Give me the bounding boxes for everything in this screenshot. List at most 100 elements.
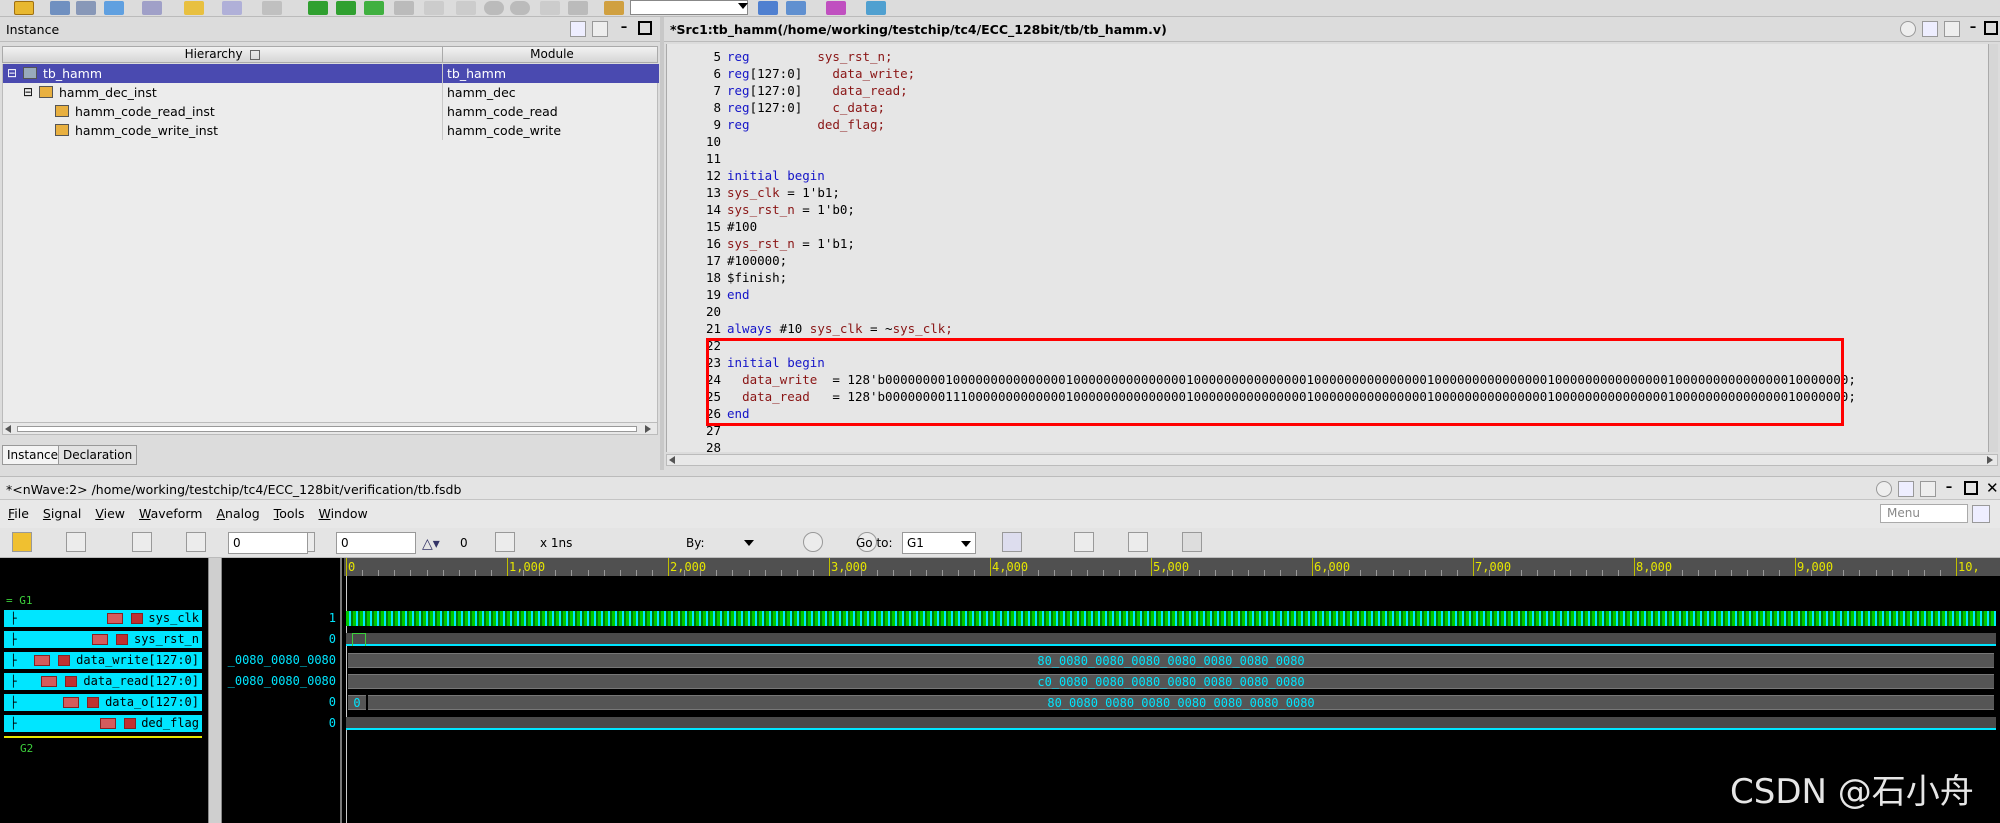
green-up-icon[interactable] [336, 1, 356, 15]
toolbar-combo[interactable] [630, 0, 748, 15]
cut-icon[interactable] [186, 532, 207, 552]
tab-instance[interactable]: Instance [2, 445, 64, 465]
pin-icon[interactable] [1898, 481, 1914, 497]
tree-row[interactable]: ⊟ hamm_dec_inst hamm_dec [3, 83, 659, 102]
menu-view[interactable]: View [95, 506, 125, 521]
pin-icon[interactable] [1922, 21, 1938, 37]
clk-waveform[interactable] [346, 611, 1996, 626]
chevron-down-icon[interactable] [744, 540, 754, 546]
bus-waveform[interactable]: 80_0080_0080_0080_0080_0080_0080_0080 [348, 653, 1994, 668]
scroll-right-icon[interactable] [645, 425, 651, 433]
bus-waveform[interactable]: 80_0080_0080_0080_0080_0080_0080_0080 [368, 695, 1994, 710]
signal-row[interactable]: ├ sys_clk [4, 610, 202, 627]
toolbar-icon-l[interactable] [540, 1, 560, 15]
maximize-icon[interactable] [1984, 21, 1998, 35]
search-next-icon[interactable] [1127, 532, 1148, 552]
menu-window[interactable]: Window [318, 506, 367, 521]
collapse-toggle-icon[interactable]: ⊟ [7, 64, 17, 83]
settings-icon[interactable] [1900, 21, 1916, 37]
tree-row[interactable]: ⊟ tb_hamm tb_hamm [3, 64, 659, 83]
forward-arrow-icon[interactable] [394, 1, 414, 15]
undo-icon[interactable] [132, 532, 153, 552]
collapse-toggle-icon[interactable]: ⊟ [23, 83, 33, 102]
col-header-hierarchy[interactable]: Hierarchy [3, 47, 443, 62]
toolbar-icon-n[interactable] [604, 1, 624, 15]
menu-search-input[interactable]: Menu [1880, 504, 1968, 523]
search-by-icon[interactable] [1001, 532, 1022, 552]
scroll-right-icon[interactable] [1987, 456, 1993, 464]
toolbar-icon-a[interactable] [50, 1, 70, 15]
logic-waveform[interactable] [346, 633, 1996, 646]
toolbar-icon-f[interactable] [222, 1, 242, 15]
col-header-module[interactable]: Module [447, 47, 657, 62]
menu-file[interactable]: File [8, 506, 29, 521]
source-hscrollbar[interactable] [666, 454, 1998, 466]
signal-row[interactable]: ├ data_write[127:0] [4, 652, 202, 669]
logic-waveform[interactable] [346, 717, 1996, 730]
reload-icon[interactable] [66, 532, 87, 552]
search-back-icon[interactable] [1181, 532, 1202, 552]
toolbar-icon-d[interactable] [142, 1, 162, 15]
maximize-icon[interactable] [638, 21, 652, 35]
zoom-out-icon[interactable] [803, 532, 824, 552]
bus-initial-segment[interactable]: 0 [348, 695, 366, 710]
signal-vscrollbar[interactable] [208, 558, 222, 823]
undock-icon[interactable] [1920, 481, 1936, 497]
find-next-icon[interactable] [786, 1, 806, 15]
settings-icon[interactable] [1876, 481, 1892, 497]
scroll-left-icon[interactable] [669, 456, 675, 464]
toolbar-icon-m[interactable] [568, 1, 588, 15]
menu-tools[interactable]: Tools [274, 506, 305, 521]
source-vscrollbar[interactable] [1988, 44, 1998, 452]
maximize-icon[interactable] [1964, 481, 1978, 495]
toolbar-icon-o[interactable] [826, 1, 846, 15]
minimize-icon[interactable]: – [616, 21, 632, 37]
toolbar-icon-g[interactable] [262, 1, 282, 15]
search-prev-icon[interactable] [1073, 532, 1094, 552]
toolbar-icon-p[interactable] [866, 1, 886, 15]
pin-icon[interactable] [570, 21, 586, 37]
toolbar-icon-j[interactable] [484, 1, 504, 15]
find-icon[interactable] [758, 1, 778, 15]
tab-declaration[interactable]: Declaration [58, 445, 138, 465]
toolbar-icon-i[interactable] [456, 1, 476, 15]
toolbar-icon-k[interactable] [510, 1, 530, 15]
toolbar-icon-e[interactable] [184, 1, 204, 15]
undock-icon[interactable] [592, 21, 608, 37]
signal-row[interactable]: ├ data_read[127:0] [4, 673, 202, 690]
open-folder-icon[interactable] [12, 532, 32, 552]
tree-row[interactable]: hamm_code_write_inst hamm_code_write [3, 121, 659, 140]
minimize-icon[interactable]: – [1942, 481, 1956, 497]
cursor-time-input[interactable]: 0 [228, 532, 308, 554]
undock-icon[interactable] [1944, 21, 1960, 37]
back-arrow-icon[interactable] [364, 1, 384, 15]
chevron-down-icon[interactable] [961, 541, 971, 547]
toolbar-icon-c[interactable] [104, 1, 124, 15]
toolbar-icon-b[interactable] [76, 1, 96, 15]
search-icon[interactable] [1972, 505, 1990, 523]
scroll-left-icon[interactable] [5, 425, 11, 433]
marker-time-input[interactable]: 0 [336, 532, 416, 554]
signal-row[interactable]: ├ ded_flag [4, 715, 202, 732]
green-down-icon[interactable] [308, 1, 328, 15]
menu-signal[interactable]: Signal [43, 506, 81, 521]
combo-arrow-icon[interactable] [738, 3, 748, 9]
close-icon[interactable]: ✕ [1986, 479, 1999, 497]
open-folder-icon[interactable] [14, 1, 34, 15]
signal-row[interactable]: ├ sys_rst_n [4, 631, 202, 648]
signal-name-pane[interactable]: = G1 ├ sys_clk ├ sys_rst_n ├ data_write[127:0… [0, 558, 208, 823]
bus-waveform[interactable]: c0_0080_0080_0080_0080_0080_0080_0080 [348, 674, 1994, 689]
tree-row[interactable]: hamm_code_read_inst hamm_code_read [3, 102, 659, 121]
instance-hscrollbar[interactable] [2, 422, 658, 435]
marker-icon[interactable] [494, 532, 515, 552]
menu-waveform[interactable]: Waveform [139, 506, 202, 521]
signal-row[interactable]: ├ data_o[127:0] [4, 694, 202, 711]
group-g1-label[interactable]: = G1 [6, 594, 33, 607]
scroll-thumb[interactable] [17, 426, 637, 432]
menu-analog[interactable]: Analog [216, 506, 259, 521]
goto-select[interactable]: G1 [902, 532, 976, 554]
toolbar-icon-h[interactable] [424, 1, 444, 15]
group-g2-label[interactable]: G2 [20, 742, 33, 755]
column-menu-icon[interactable] [250, 49, 261, 60]
time-ruler[interactable]: 0 1,000 2,000 3,000 4,000 5,000 6,000 7,000 8,00… [344, 558, 2000, 576]
